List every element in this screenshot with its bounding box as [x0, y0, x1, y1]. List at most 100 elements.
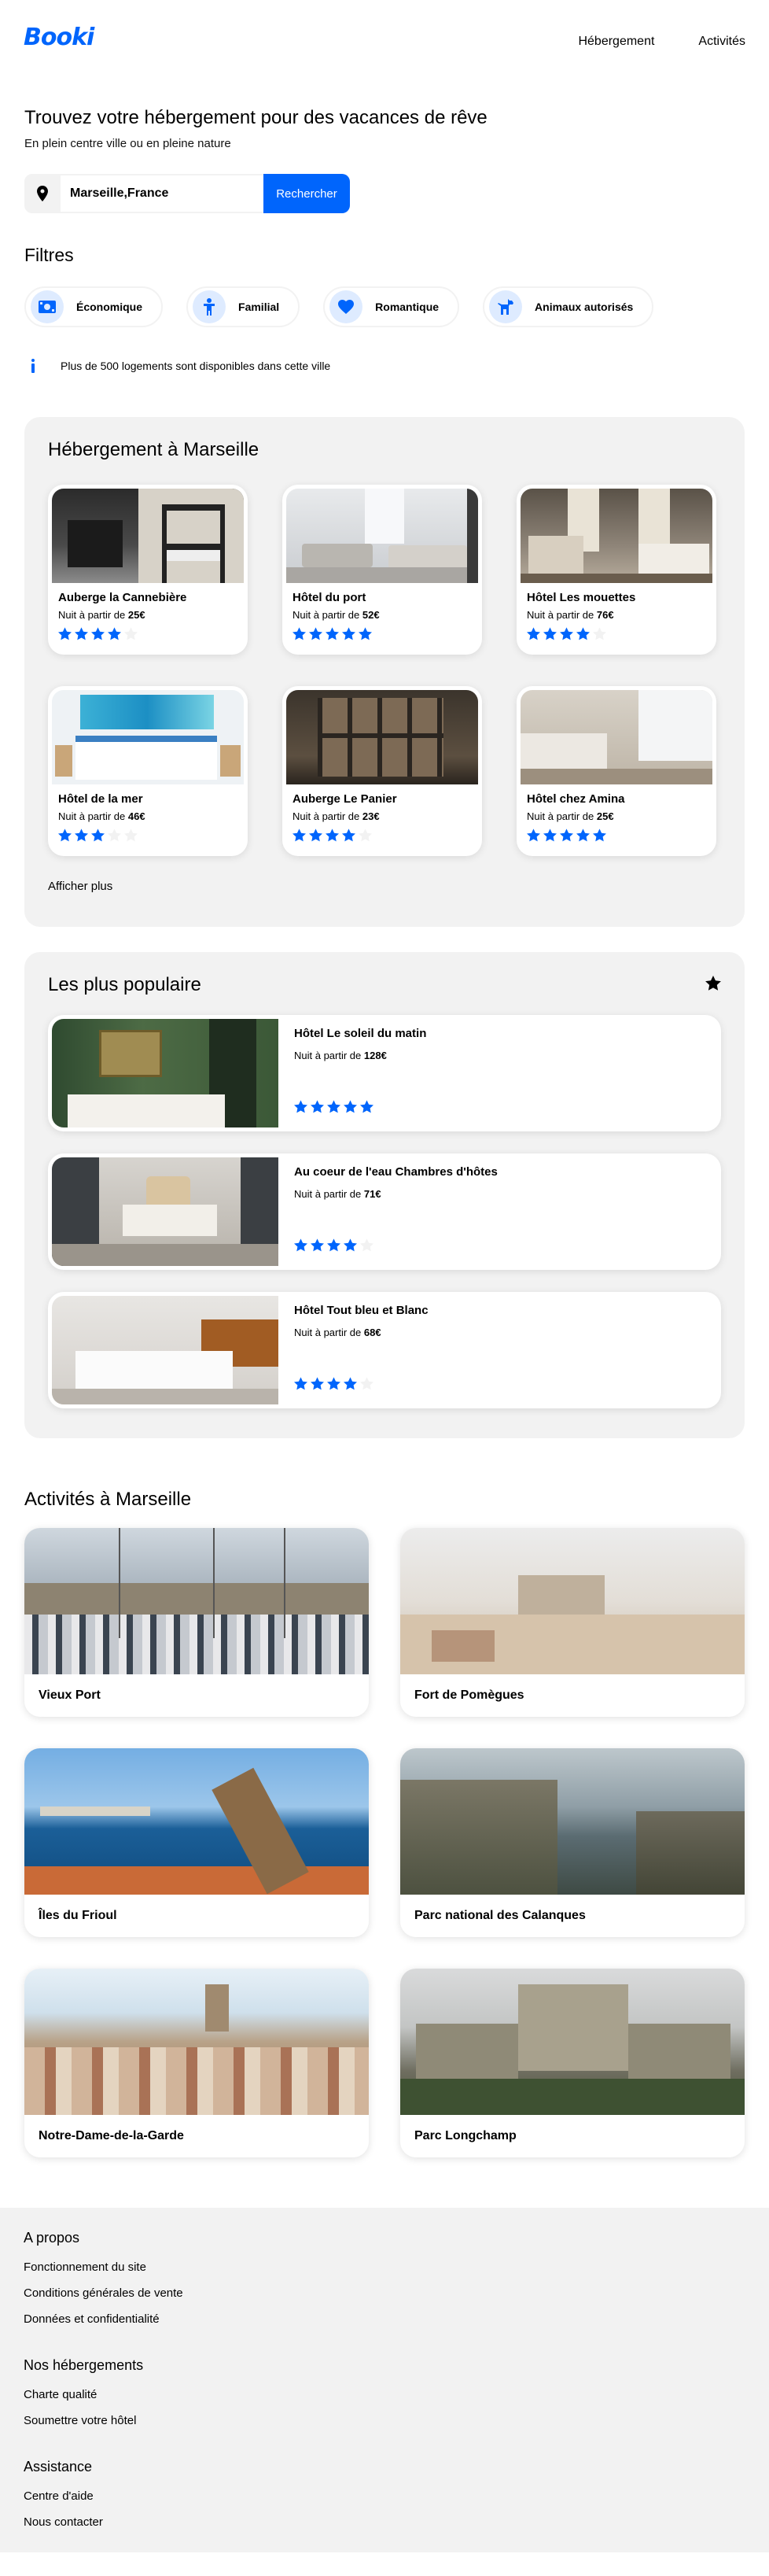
lodging-card[interactable]: Auberge Le Panier Nuit à partir de 23€	[282, 686, 482, 856]
availability-info: Plus de 500 logements sont disponibles d…	[24, 359, 745, 373]
popular-card[interactable]: Hôtel Tout bleu et Blanc Nuit à partir d…	[48, 1292, 721, 1408]
popular-card[interactable]: Au coeur de l'eau Chambres d'hôtes Nuit …	[48, 1153, 721, 1270]
star-filled-icon	[326, 829, 339, 842]
footer-assistance: Assistance Centre d'aide Nous contacter	[24, 2459, 745, 2529]
activity-photo	[24, 1748, 369, 1895]
lodging-price: Nuit à partir de 76€	[527, 609, 614, 621]
popular-title: Les plus populaire	[48, 974, 201, 995]
activities-title: Activités à Marseille	[24, 1489, 192, 1510]
filter-familial[interactable]: Familial	[186, 286, 300, 327]
lodging-card[interactable]: Hôtel du port Nuit à partir de 52€	[282, 485, 482, 655]
hotel-photo	[521, 690, 712, 784]
activity-name: Vieux Port	[39, 1688, 101, 1702]
popular-list: Hôtel Le soleil du matin Nuit à partir d…	[48, 1015, 721, 1408]
filter-economique[interactable]: Économique	[24, 286, 164, 327]
search-bar: Rechercher	[24, 174, 350, 213]
popular-name: Hôtel Le soleil du matin	[294, 1027, 427, 1040]
star-filled-icon	[91, 829, 105, 842]
star-filled-icon	[294, 1100, 307, 1113]
filter-romantique[interactable]: Romantique	[323, 286, 460, 327]
activity-card[interactable]: Fort de Pomègues	[400, 1528, 745, 1717]
footer-link[interactable]: Charte qualité	[24, 2388, 745, 2401]
activity-name: Notre-Dame-de-la-Garde	[39, 2129, 184, 2142]
rating-stars	[293, 627, 472, 640]
footer-link[interactable]: Données et confidentialité	[24, 2312, 745, 2326]
popular-card[interactable]: Hôtel Le soleil du matin Nuit à partir d…	[48, 1015, 721, 1131]
footer-link[interactable]: Nous contacter	[24, 2515, 745, 2529]
lodging-name: Hôtel chez Amina	[527, 792, 625, 806]
popular-price: Nuit à partir de 68€	[294, 1327, 381, 1338]
star-filled-icon	[294, 1238, 307, 1252]
hotel-photo	[52, 1296, 278, 1404]
footer-heading: A propos	[24, 2230, 80, 2246]
activity-card[interactable]: Notre-Dame-de-la-Garde	[24, 1969, 369, 2157]
nav-activites[interactable]: Activités	[698, 35, 745, 49]
footer-heading: Nos hébergements	[24, 2357, 144, 2373]
rating-stars	[58, 627, 237, 640]
activity-card[interactable]: Îles du Frioul	[24, 1748, 369, 1937]
footer: A propos Fonctionnement du site Conditio…	[0, 2208, 769, 2552]
lodging-price: Nuit à partir de 25€	[527, 810, 614, 822]
hotel-photo	[521, 489, 712, 583]
star-filled-icon	[311, 1238, 324, 1252]
star-filled-icon	[359, 627, 372, 640]
show-more-link[interactable]: Afficher plus	[48, 880, 112, 893]
activity-card[interactable]: Vieux Port	[24, 1528, 369, 1717]
rating-stars	[293, 829, 472, 842]
star-filled-icon	[294, 1377, 307, 1390]
activity-card[interactable]: Parc Longchamp	[400, 1969, 745, 2157]
star-filled-icon	[344, 1100, 357, 1113]
popular-section: Les plus populaire Hôtel Le soleil du ma…	[24, 952, 745, 1438]
star-icon	[705, 976, 721, 995]
hotel-photo	[286, 690, 478, 784]
header: Booki Hébergement Activités	[0, 0, 769, 87]
lodging-price: Nuit à partir de 23€	[293, 810, 380, 822]
search-input[interactable]	[61, 174, 263, 213]
activity-name: Fort de Pomègues	[414, 1688, 524, 1702]
booki-logo[interactable]: Booki	[24, 24, 94, 51]
nav-hebergement[interactable]: Hébergement	[578, 35, 654, 49]
lodging-price: Nuit à partir de 52€	[293, 609, 380, 621]
lodging-card[interactable]: Hôtel de la mer Nuit à partir de 46€	[48, 686, 248, 856]
popular-price: Nuit à partir de 128€	[294, 1050, 387, 1061]
info-icon	[24, 359, 42, 373]
main-nav: Hébergement Activités	[578, 35, 745, 49]
popular-name: Hôtel Tout bleu et Blanc	[294, 1304, 429, 1317]
star-filled-icon	[309, 627, 322, 640]
hotel-photo	[52, 1019, 278, 1127]
lodging-name: Hôtel Les mouettes	[527, 591, 636, 604]
activity-name: Îles du Frioul	[39, 1909, 117, 1922]
star-filled-icon	[327, 1238, 340, 1252]
footer-link[interactable]: Conditions générales de vente	[24, 2286, 745, 2300]
filter-label: Romantique	[375, 301, 440, 313]
lodging-card[interactable]: Auberge la Cannebière Nuit à partir de 2…	[48, 485, 248, 655]
footer-link[interactable]: Fonctionnement du site	[24, 2260, 745, 2274]
activity-card[interactable]: Parc national des Calanques	[400, 1748, 745, 1937]
dog-icon	[489, 290, 523, 323]
lodging-price: Nuit à partir de 46€	[58, 810, 145, 822]
lodging-card[interactable]: Hôtel chez Amina Nuit à partir de 25€	[517, 686, 716, 856]
search-button[interactable]: Rechercher	[263, 174, 350, 213]
rating-stars	[58, 829, 237, 842]
star-filled-icon	[344, 1377, 357, 1390]
heart-icon	[329, 290, 363, 323]
star-empty-icon	[360, 1238, 373, 1252]
star-filled-icon	[327, 1377, 340, 1390]
activity-photo	[400, 1748, 745, 1895]
page: Booki Hébergement Activités Trouvez votr…	[0, 0, 769, 2552]
star-filled-icon	[527, 627, 540, 640]
rating-stars	[527, 829, 706, 842]
hotel-photo	[286, 489, 478, 583]
footer-lodging: Nos hébergements Charte qualité Soumettr…	[24, 2357, 745, 2427]
star-empty-icon	[124, 627, 138, 640]
star-filled-icon	[293, 829, 306, 842]
filters-title: Filtres	[24, 245, 74, 265]
filter-animaux[interactable]: Animaux autorisés	[483, 286, 654, 327]
lodging-name: Auberge Le Panier	[293, 792, 397, 806]
footer-link[interactable]: Centre d'aide	[24, 2489, 745, 2503]
lodging-grid: Auberge la Cannebière Nuit à partir de 2…	[48, 485, 721, 856]
star-filled-icon	[293, 627, 306, 640]
rating-stars	[294, 1100, 426, 1113]
lodging-card[interactable]: Hôtel Les mouettes Nuit à partir de 76€	[517, 485, 716, 655]
footer-link[interactable]: Soumettre votre hôtel	[24, 2414, 745, 2427]
